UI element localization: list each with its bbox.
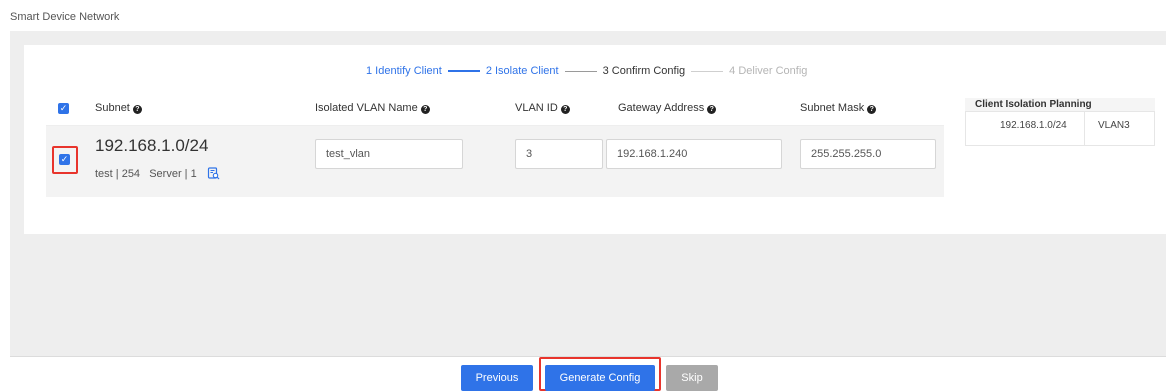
planning-vlan: VLAN3	[1098, 120, 1130, 131]
wizard-stepper: 1 Identify Client 2 Isolate Client 3 Con…	[366, 65, 807, 77]
select-all-checkbox[interactable]: ✓	[58, 103, 69, 114]
vlan-id-input[interactable]: 3	[515, 139, 603, 169]
question-circle-icon[interactable]: ?	[560, 105, 570, 114]
document-search-icon[interactable]	[207, 167, 220, 180]
planning-row: 192.168.1.0/24 VLAN3	[965, 111, 1155, 146]
column-header-vlan-id: VLAN ID?	[515, 102, 570, 114]
column-header-subnet: Subnet?	[95, 102, 142, 114]
question-circle-icon[interactable]: ?	[420, 105, 430, 114]
client-isolation-planning-panel: Client Isolation Planning 192.168.1.0/24…	[965, 98, 1155, 147]
table-row: ✓ 192.168.1.0/24 test | 254 Server | 1 t…	[46, 126, 944, 197]
planning-subnet: 192.168.1.0/24	[1000, 120, 1067, 131]
isolation-table: ✓ Subnet? Isolated VLAN Name? VLAN ID? G…	[46, 90, 944, 197]
subnet-client-counts: test | 254 Server | 1	[95, 167, 197, 180]
previous-button[interactable]: Previous	[461, 365, 533, 391]
checkmark-icon: ✓	[60, 154, 69, 164]
subnet-mask-input[interactable]: 255.255.255.0	[800, 139, 936, 169]
table-header: ✓ Subnet? Isolated VLAN Name? VLAN ID? G…	[46, 90, 944, 126]
step-isolate-client[interactable]: 2 Isolate Client	[486, 65, 559, 77]
generate-config-button[interactable]: Generate Config	[545, 365, 655, 391]
gateway-address-input[interactable]: 192.168.1.240	[606, 139, 782, 169]
step-deliver-config: 4 Deliver Config	[729, 65, 808, 77]
planning-title: Client Isolation Planning	[965, 98, 1155, 111]
question-circle-icon[interactable]: ?	[867, 105, 877, 114]
subnet-address: 192.168.1.0/24	[95, 136, 209, 155]
row-select-checkbox[interactable]: ✓	[59, 154, 70, 165]
page-title: Smart Device Network	[10, 11, 120, 23]
step-confirm-config[interactable]: 3 Confirm Config	[603, 65, 686, 77]
step-identify-client[interactable]: 1 Identify Client	[366, 65, 442, 77]
step-connector	[564, 70, 597, 72]
subnet-meta: test | 254 Server | 1	[95, 167, 220, 180]
column-header-vlan-name: Isolated VLAN Name?	[315, 102, 430, 114]
column-header-subnet-mask: Subnet Mask?	[800, 102, 877, 114]
skip-button[interactable]: Skip	[666, 365, 718, 391]
question-circle-icon[interactable]: ?	[132, 105, 142, 114]
step-connector	[691, 70, 724, 72]
vlan-name-input[interactable]: test_vlan	[315, 139, 463, 169]
step-connector	[447, 70, 480, 72]
planning-divider	[1084, 112, 1085, 145]
checkmark-icon: ✓	[59, 103, 68, 113]
column-header-gateway: Gateway Address?	[618, 102, 717, 114]
question-circle-icon[interactable]: ?	[707, 105, 717, 114]
